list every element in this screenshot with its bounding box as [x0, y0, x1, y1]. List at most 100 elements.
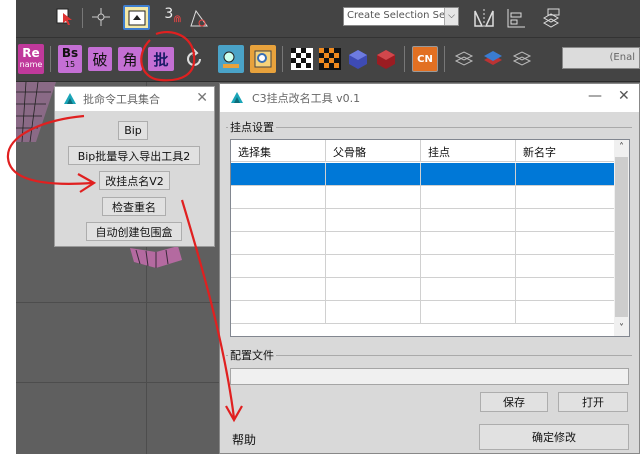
selection-set-dropdown[interactable]: Create Selection Set ⌵ [343, 7, 459, 26]
help-link[interactable]: 帮助 [232, 431, 256, 448]
close-icon[interactable]: ✕ [196, 90, 208, 106]
select-window-icon[interactable] [54, 6, 76, 28]
rename-hardpoint-v2-button[interactable]: 改挂点名V2 [99, 171, 170, 190]
table-cell[interactable] [516, 209, 615, 232]
config-path-field[interactable] [230, 368, 629, 385]
column-header-selection-set[interactable]: 选择集 [231, 140, 326, 162]
named-set-edit-icon[interactable] [510, 47, 534, 71]
layer-manager-icon[interactable] [539, 6, 563, 30]
bs-label: Bs [61, 46, 79, 60]
config-group-border [226, 355, 632, 356]
break-label: 破 [92, 50, 108, 69]
batch-plugin-icon[interactable]: 批 [148, 47, 174, 71]
table-cell[interactable] [326, 186, 421, 209]
confirm-modify-button[interactable]: 确定修改 [479, 424, 629, 450]
angle-snap-icon[interactable] [188, 6, 210, 30]
batch-tools-dialog: 批命令工具集合 ✕ Bip Bip批量导入导出工具2 改挂点名V2 检查重名 自… [54, 86, 215, 247]
table-cell[interactable] [516, 186, 615, 209]
table-cell[interactable] [421, 209, 516, 232]
red-cube-icon[interactable] [374, 47, 398, 71]
table-row[interactable] [231, 278, 615, 301]
table-cell[interactable] [326, 278, 421, 301]
rename-plugin-icon[interactable]: Re name [18, 44, 44, 74]
table-cell[interactable] [326, 163, 421, 186]
scroll-up-icon[interactable]: ˄ [614, 140, 629, 155]
open-button[interactable]: 打开 [558, 392, 628, 412]
table-scrollbar[interactable]: ˄ ˅ [614, 140, 629, 336]
table-row[interactable] [231, 163, 615, 186]
align-icon[interactable] [504, 6, 528, 30]
break-plugin-icon[interactable]: 破 [88, 47, 112, 71]
check-duplicate-names-button[interactable]: 检查重名 [102, 197, 166, 216]
table-cell[interactable] [231, 186, 326, 209]
close-icon[interactable]: ✕ [618, 88, 630, 104]
layer-stack-icon[interactable] [480, 47, 506, 71]
table-cell[interactable] [326, 301, 421, 324]
snap-toggle-icon[interactable] [123, 5, 150, 30]
bs-plugin-icon[interactable]: Bs 15 [58, 45, 82, 73]
batch-dialog-titlebar[interactable]: 批命令工具集合 ✕ [55, 87, 214, 111]
table-cell[interactable] [421, 186, 516, 209]
orange-checker-icon[interactable] [318, 47, 342, 71]
table-cell[interactable] [231, 163, 326, 186]
bip-batch-import-export-button[interactable]: Bip批量导入导出工具2 [68, 146, 200, 165]
named-set-icon[interactable] [452, 47, 476, 71]
table-cell[interactable] [516, 163, 615, 186]
table-cell[interactable] [326, 255, 421, 278]
table-row[interactable] [231, 232, 615, 255]
enable-text: (Enal [609, 52, 635, 63]
column-header-new-name[interactable]: 新名字 [516, 140, 615, 162]
table-row[interactable] [231, 186, 615, 209]
table-cell[interactable] [421, 278, 516, 301]
snap-3d-icon[interactable]: 3 ⋒ [162, 6, 184, 30]
table-cell[interactable] [421, 163, 516, 186]
table-cell[interactable] [516, 301, 615, 324]
table-cell[interactable] [516, 255, 615, 278]
cn-language-icon[interactable]: CN [412, 46, 438, 72]
table-row[interactable] [231, 209, 615, 232]
hardpoint-rename-window: C3挂点改名工具 v0.1 — ✕ 挂点设置 选择集 父骨骼 挂点 新名字 ˄ … [219, 83, 640, 454]
table-cell[interactable] [326, 232, 421, 255]
checker-map-icon[interactable] [290, 47, 314, 71]
main-window-titlebar[interactable]: C3挂点改名工具 v0.1 — ✕ [220, 84, 639, 112]
hardpoint-group-border [226, 127, 632, 128]
table-cell[interactable] [421, 232, 516, 255]
bip-button[interactable]: Bip [118, 121, 148, 140]
refresh-icon[interactable] [182, 47, 206, 71]
hardpoint-table[interactable]: 选择集 父骨骼 挂点 新名字 ˄ ˅ [230, 139, 630, 337]
minimize-icon[interactable]: — [588, 88, 602, 104]
table-cell[interactable] [516, 232, 615, 255]
table-cell[interactable] [231, 255, 326, 278]
plugin-toolbar: Re name Bs 15 破 角 批 CN (Enal [16, 38, 640, 82]
table-cell[interactable] [231, 209, 326, 232]
column-header-parent-bone[interactable]: 父骨骼 [326, 140, 421, 162]
rename-label: Re [22, 46, 40, 60]
table-header: 选择集 父骨骼 挂点 新名字 [231, 140, 615, 162]
chevron-down-icon[interactable]: ⌵ [444, 8, 458, 25]
table-cell[interactable] [516, 278, 615, 301]
batch-label: 批 [153, 50, 169, 69]
auto-bounding-box-button[interactable]: 自动创建包围盒 [86, 222, 182, 241]
bs-sub-label: 15 [64, 60, 76, 69]
custom-tool-icon[interactable] [218, 45, 244, 73]
snap-label: 3 [164, 6, 174, 22]
table-cell[interactable] [421, 255, 516, 278]
pivot-icon[interactable] [90, 6, 112, 28]
table-row[interactable] [231, 255, 615, 278]
table-cell[interactable] [231, 232, 326, 255]
angle-label: 角 [122, 50, 138, 69]
angle-plugin-icon[interactable]: 角 [118, 47, 142, 71]
enable-field[interactable]: (Enal [562, 47, 640, 69]
blue-cube-icon[interactable] [346, 47, 370, 71]
scroll-thumb[interactable] [615, 157, 628, 317]
table-cell[interactable] [421, 301, 516, 324]
mirror-icon[interactable] [472, 6, 496, 30]
column-header-hardpoint[interactable]: 挂点 [421, 140, 516, 162]
table-cell[interactable] [231, 278, 326, 301]
search-file-icon[interactable] [250, 45, 276, 73]
table-cell[interactable] [231, 301, 326, 324]
table-row[interactable] [231, 301, 615, 324]
table-cell[interactable] [326, 209, 421, 232]
save-button[interactable]: 保存 [480, 392, 548, 412]
scroll-down-icon[interactable]: ˅ [614, 321, 629, 336]
